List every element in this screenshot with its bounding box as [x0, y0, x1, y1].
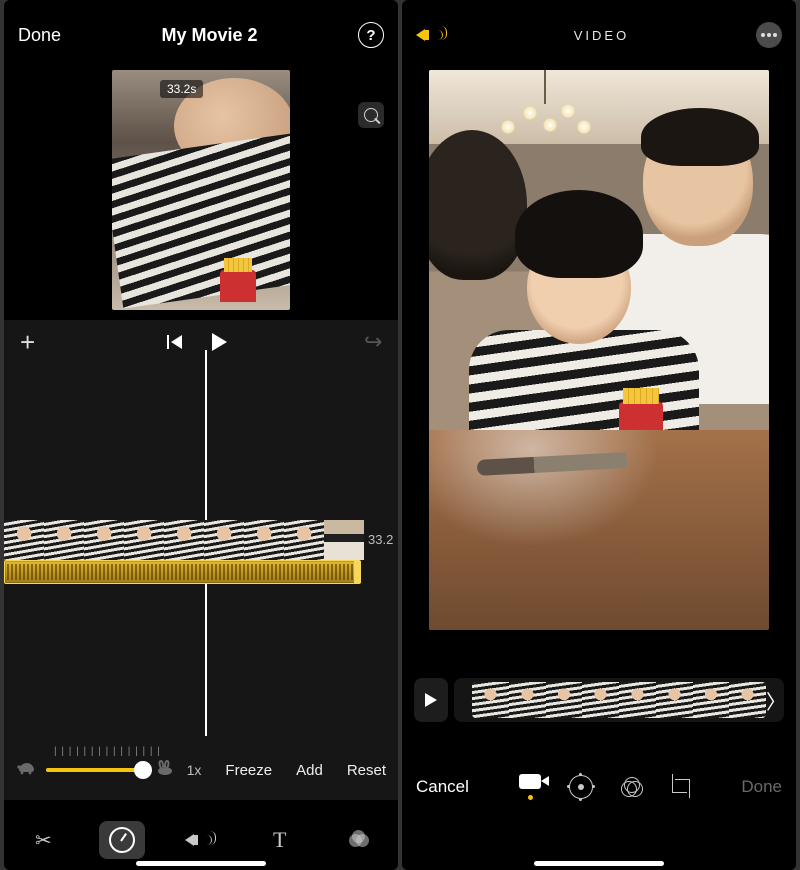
- video-camera-icon: [519, 774, 541, 789]
- trim-thumbnail: [656, 682, 693, 718]
- tab-speed[interactable]: [99, 821, 145, 859]
- tab-titles[interactable]: T: [257, 821, 303, 859]
- freeze-button[interactable]: Freeze: [225, 762, 272, 779]
- filters-icon: [349, 830, 369, 850]
- trim-thumbnail: [619, 682, 656, 718]
- trim-thumbnail: [546, 682, 583, 718]
- photos-video-editor-screen: VIDEO 〈: [402, 0, 796, 870]
- reset-speed-button[interactable]: Reset: [347, 762, 386, 779]
- timeline-duration-label: 33.2: [368, 532, 393, 547]
- speed-ticks: | | | | | | | | | | | | | | |: [54, 746, 161, 757]
- trim-thumbnail: [582, 682, 619, 718]
- home-indicator[interactable]: [534, 861, 664, 866]
- done-button-disabled: Done: [741, 777, 782, 797]
- preview-person-child: [469, 190, 669, 450]
- preview-lights: [501, 100, 591, 144]
- clip-thumbnail: [244, 520, 284, 560]
- video-clip[interactable]: [4, 520, 364, 560]
- trim-strip: 〈 〉: [414, 678, 784, 722]
- preview-knife: [477, 452, 628, 476]
- play-icon: [425, 693, 437, 707]
- clip-thumbnail: [204, 520, 244, 560]
- turtle-icon: [16, 761, 36, 779]
- trim-thumbnail: [472, 682, 509, 718]
- editor-header: Done My Movie 2 ?: [4, 0, 398, 70]
- speaker-icon: [416, 29, 425, 41]
- tab-filters[interactable]: [336, 821, 382, 859]
- editor-tabs: [519, 774, 691, 800]
- clip-thumbnail: [44, 520, 84, 560]
- sound-waves-icon: [439, 26, 447, 45]
- trim-control[interactable]: 〈 〉: [454, 678, 784, 722]
- preview-table: [429, 430, 769, 630]
- audio-clip-selected[interactable]: [4, 560, 361, 584]
- speed-slider[interactable]: [46, 768, 145, 772]
- preview-bg: [544, 70, 546, 104]
- trim-filmstrip[interactable]: [472, 682, 766, 718]
- clip-thumbnail: [84, 520, 124, 560]
- clip-duration-badge: 33.2s: [160, 80, 203, 98]
- preview-content-shirt: [112, 134, 290, 309]
- tab-crop[interactable]: [669, 776, 691, 798]
- trim-handle-left[interactable]: 〈: [460, 686, 472, 715]
- scissors-icon: ✂: [35, 828, 52, 853]
- speed-value: 1x: [187, 762, 202, 778]
- filters-icon: [621, 777, 641, 797]
- speed-control-bar: | | | | | | | | | | | | | | | 1x Freeze …: [16, 752, 386, 788]
- tab-adjust[interactable]: [569, 775, 593, 799]
- clip-thumbnail: [124, 520, 164, 560]
- clip-thumbnail: [4, 520, 44, 560]
- mute-toggle[interactable]: [416, 26, 447, 45]
- trim-thumbnail: [729, 682, 766, 718]
- trim-thumbnail: [693, 682, 730, 718]
- editor-mode-title: VIDEO: [574, 28, 629, 43]
- timeline-panel: + ↩: [4, 320, 398, 800]
- audio-waveform: [7, 564, 356, 580]
- timeline-track[interactable]: 33.2: [4, 520, 398, 588]
- undo-button[interactable]: ↩: [364, 329, 382, 355]
- project-title: My Movie 2: [162, 25, 258, 46]
- video-editor-footer: Cancel Done: [402, 732, 796, 870]
- trim-thumbnail: [509, 682, 546, 718]
- text-icon: T: [273, 827, 286, 853]
- trim-play-button[interactable]: [414, 678, 448, 722]
- adjust-icon: [569, 775, 593, 799]
- clip-thumbnail: [324, 520, 364, 560]
- rabbit-icon: [155, 760, 175, 780]
- cancel-button[interactable]: Cancel: [416, 777, 469, 797]
- more-options-button[interactable]: [756, 22, 782, 48]
- crop-icon: [669, 776, 691, 798]
- preview-viewer[interactable]: 33.2s: [112, 70, 290, 310]
- done-button[interactable]: Done: [18, 25, 61, 46]
- clip-thumbnail: [164, 520, 204, 560]
- tab-video[interactable]: [519, 774, 541, 800]
- magnifier-icon: [364, 108, 378, 122]
- home-indicator[interactable]: [136, 861, 266, 866]
- video-preview[interactable]: [429, 70, 769, 630]
- clip-thumbnail: [284, 520, 324, 560]
- preview-content-graphic: [220, 270, 256, 302]
- skip-start-button[interactable]: [171, 335, 182, 349]
- speed-slider-knob[interactable]: [134, 761, 152, 779]
- speedometer-icon: [109, 827, 135, 853]
- add-speed-button[interactable]: Add: [296, 762, 323, 779]
- zoom-button[interactable]: [358, 102, 384, 128]
- tab-selected-dot: [528, 795, 533, 800]
- tab-split[interactable]: ✂: [20, 821, 66, 859]
- tab-filters[interactable]: [621, 777, 641, 797]
- add-media-button[interactable]: +: [20, 327, 35, 358]
- imovie-editor-screen: Done My Movie 2 ? 33.2s + ↩: [4, 0, 398, 870]
- trim-handle-right[interactable]: 〉: [766, 686, 778, 715]
- video-editor-header: VIDEO: [402, 0, 796, 70]
- volume-icon: [185, 831, 216, 850]
- transport-toolbar: + ↩: [4, 320, 398, 364]
- play-button[interactable]: [212, 333, 227, 351]
- tab-volume[interactable]: [178, 821, 224, 859]
- help-button[interactable]: ?: [358, 22, 384, 48]
- speed-slider-fill: [46, 768, 141, 772]
